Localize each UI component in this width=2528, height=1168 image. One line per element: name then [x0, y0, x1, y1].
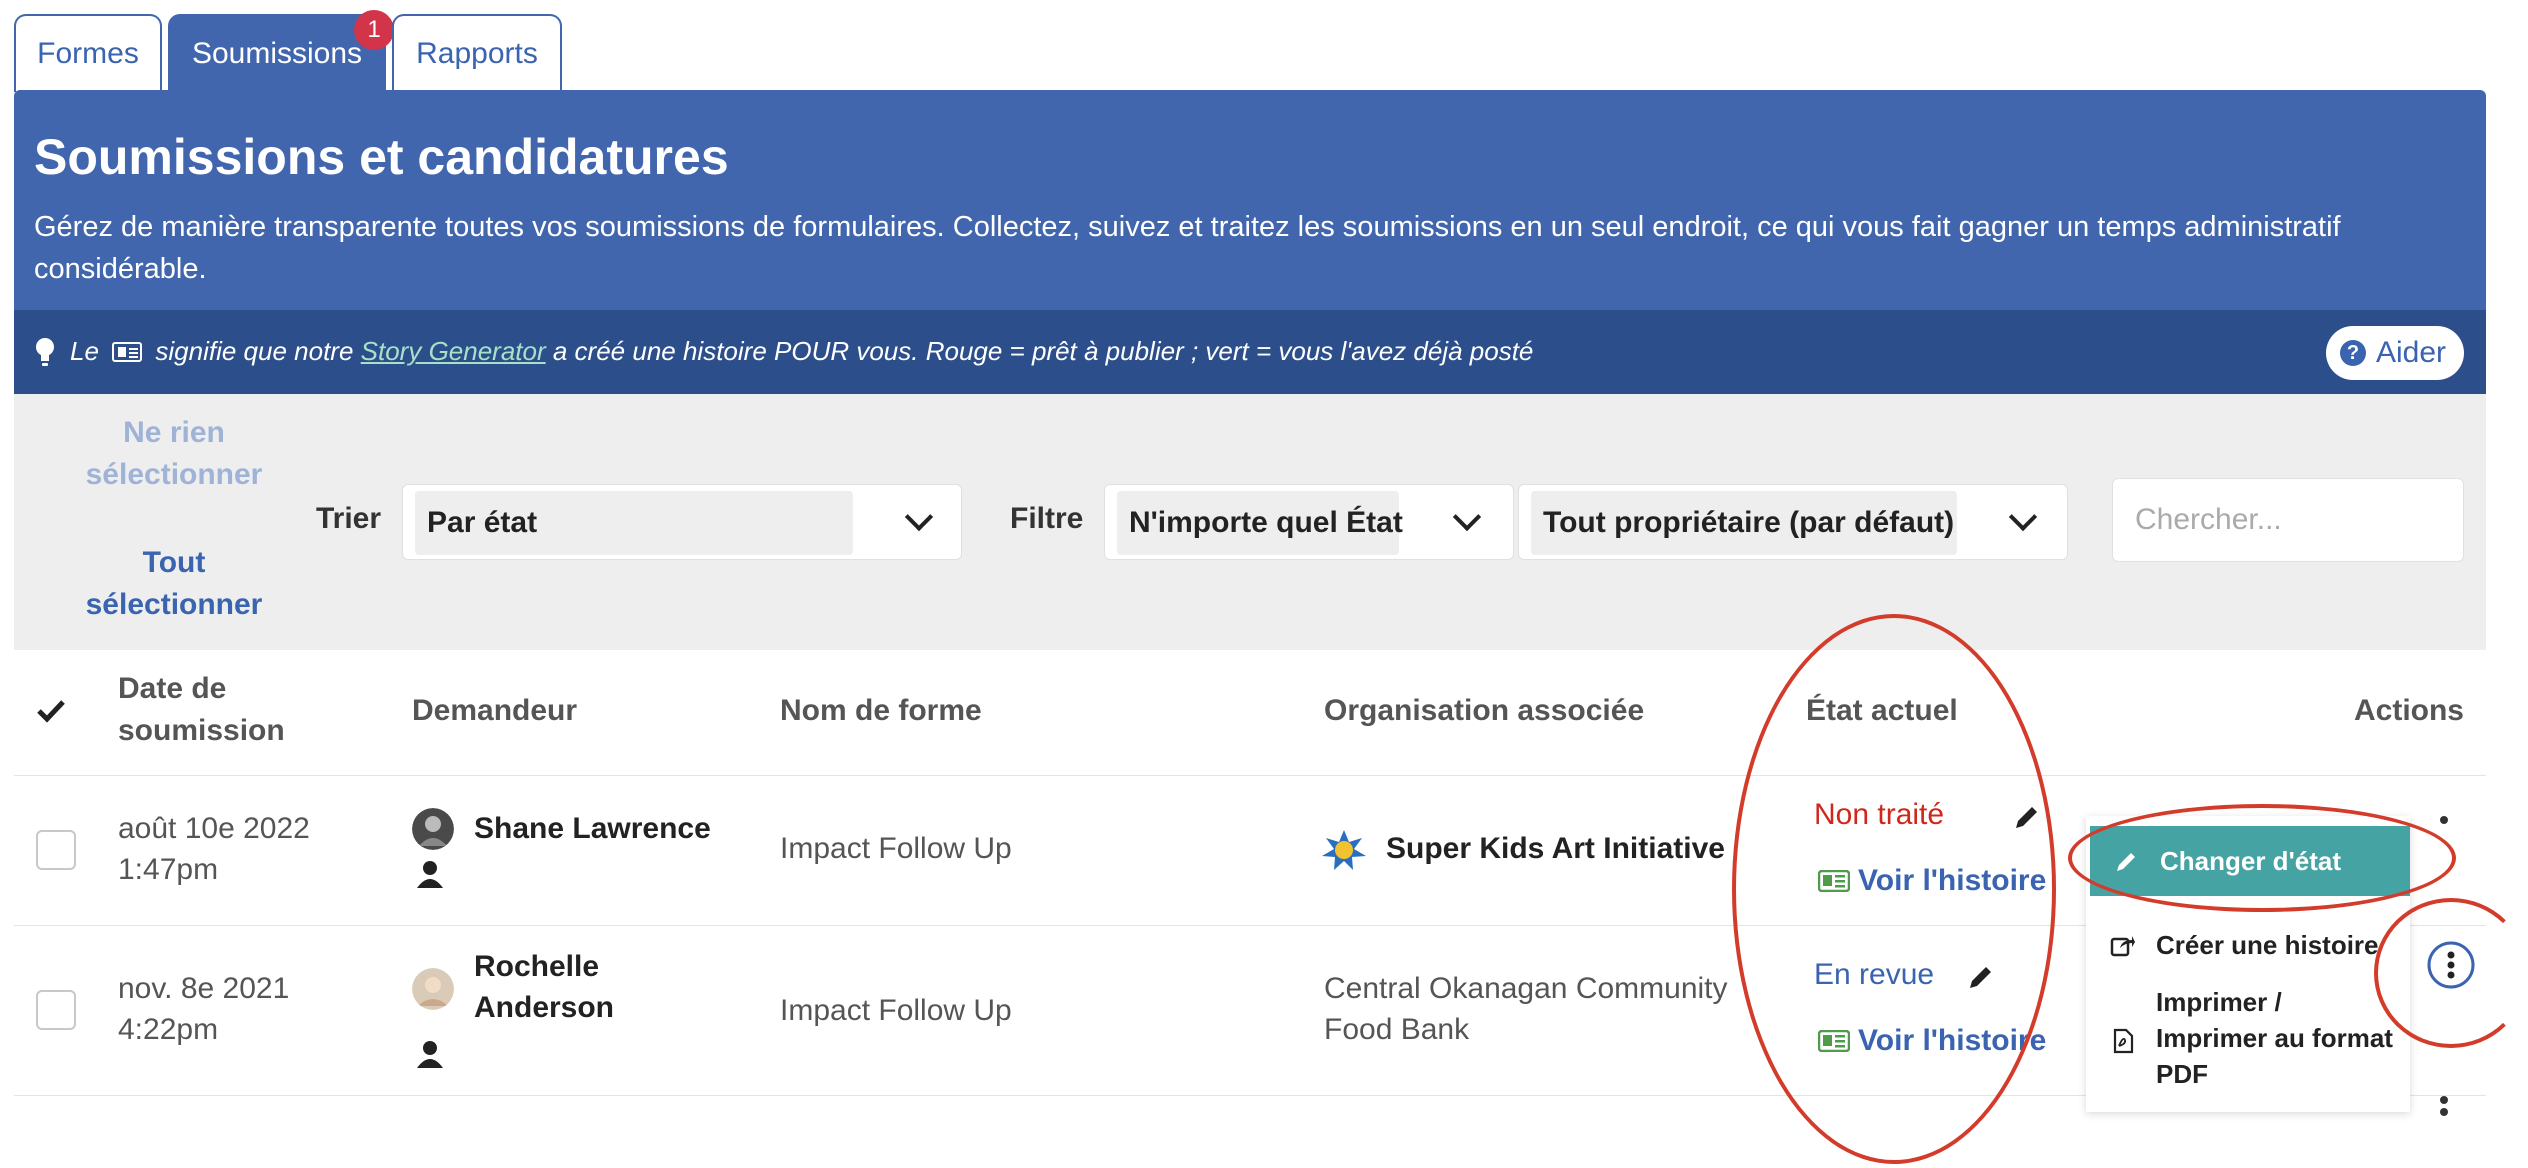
- time-text: 4:22pm: [118, 1013, 219, 1046]
- lightbulb-icon: [36, 338, 54, 366]
- dot: [2440, 1108, 2448, 1116]
- sort-label: Trier: [316, 502, 382, 535]
- status-badge: En revue: [1814, 958, 1935, 991]
- applicant-last-name: Anderson: [474, 991, 615, 1024]
- row-checkbox[interactable]: [36, 830, 76, 870]
- checkmark-icon[interactable]: [36, 696, 66, 726]
- info-prefix: Le: [70, 336, 99, 366]
- tab-label: Soumissions: [191, 37, 363, 70]
- row-actions-button[interactable]: [2426, 940, 2476, 990]
- help-label: Aider: [2375, 336, 2446, 369]
- select-none-button[interactable]: Ne rien sélectionner: [74, 412, 274, 496]
- organization-line: Food Bank: [1324, 1013, 1470, 1046]
- tab-rapports[interactable]: Rapports: [392, 14, 562, 92]
- submission-date: août 10e 2022 1:47pm: [118, 808, 310, 890]
- person-icon[interactable]: [414, 858, 446, 890]
- form-name: Impact Follow Up: [780, 994, 1012, 1027]
- applicant-name[interactable]: Shane Lawrence: [474, 808, 711, 849]
- pencil-icon[interactable]: [1966, 962, 1996, 992]
- menu-item-change-state[interactable]: Changer d'état: [2090, 826, 2410, 896]
- info-middle: signifie que notre: [155, 336, 354, 366]
- chevron-down-icon: [2008, 502, 2038, 532]
- state-filter-select[interactable]: N'importe quel État: [1104, 484, 1514, 560]
- info-suffix: a créé une histoire POUR vous. Rouge = p…: [552, 336, 1534, 366]
- table-header: Date de soumission Demandeur Nom de form…: [14, 650, 2486, 776]
- organization-logo: [1322, 830, 1366, 870]
- sort-value: Par état: [415, 491, 853, 555]
- owner-filter-value: Tout propriétaire (par défaut): [1531, 491, 1957, 555]
- date-text: nov. 8e 2021: [118, 972, 290, 1005]
- tab-label: Rapports: [416, 37, 538, 70]
- menu-item-label: Créer une histoire: [2156, 930, 2379, 960]
- time-text: 1:47pm: [118, 853, 219, 886]
- help-button[interactable]: ? Aider: [2325, 326, 2464, 380]
- chevron-down-icon: [904, 502, 934, 532]
- sort-select[interactable]: Par état: [402, 484, 962, 560]
- chevron-down-icon: [1452, 502, 1482, 532]
- avatar: [412, 968, 454, 1010]
- dot: [2440, 816, 2448, 824]
- page-title: Soumissions et candidatures: [34, 129, 729, 185]
- page-description: Gérez de manière transparente toutes vos…: [34, 211, 2341, 285]
- state-filter-value: N'importe quel État: [1117, 491, 1403, 555]
- organization-name: Central Okanagan Community Food Bank: [1324, 968, 1728, 1050]
- row-actions-button[interactable]: [2440, 1096, 2450, 1116]
- submission-date: nov. 8e 2021 4:22pm: [118, 968, 289, 1050]
- filter-label: Filtre: [1010, 502, 1084, 535]
- share-icon: [2110, 936, 2135, 957]
- info-bar: Le signifie que notre Story Generator a …: [14, 310, 2486, 394]
- status-badge: Non traité: [1814, 798, 1945, 831]
- row-actions-button[interactable]: [2434, 816, 2454, 832]
- menu-item-print[interactable]: Imprimer / Imprimer au format PDF: [2086, 984, 2410, 1092]
- notification-badge: 1: [354, 10, 394, 50]
- select-all-button[interactable]: Tout sélectionner: [74, 542, 274, 626]
- newspaper-icon: [1818, 1030, 1850, 1052]
- pencil-icon: [2117, 853, 2135, 871]
- row-checkbox[interactable]: [36, 990, 76, 1030]
- header-applicant[interactable]: Demandeur: [412, 690, 577, 732]
- person-icon[interactable]: [414, 1038, 446, 1070]
- header-date[interactable]: Date de soumission: [118, 668, 318, 752]
- more-vertical-icon: [2427, 941, 2475, 989]
- menu-item-label: PDF: [2156, 1059, 2208, 1089]
- menu-item-label: Imprimer /: [2156, 987, 2282, 1017]
- avatar: [412, 808, 454, 850]
- menu-item-create-story[interactable]: Créer une histoire: [2086, 920, 2410, 970]
- page-header: Soumissions et candidatures Gérez de man…: [14, 90, 2486, 310]
- tab-label: Formes: [37, 37, 139, 70]
- newspaper-icon: [112, 342, 143, 362]
- owner-filter-select[interactable]: Tout propriétaire (par défaut): [1518, 484, 2068, 560]
- tab-soumissions[interactable]: Soumissions 1: [168, 10, 394, 92]
- newspaper-icon: [1818, 870, 1850, 892]
- search-input[interactable]: [2112, 478, 2464, 562]
- dot: [2440, 1096, 2448, 1104]
- info-text: Le signifie que notre Story Generator a …: [70, 336, 1533, 367]
- pdf-icon: [2113, 1028, 2134, 1054]
- date-text: août 10e 2022: [118, 812, 310, 845]
- tab-formes[interactable]: Formes: [14, 14, 162, 92]
- header-organization[interactable]: Organisation associée: [1324, 690, 1644, 732]
- header-form[interactable]: Nom de forme: [780, 690, 982, 732]
- form-name: Impact Follow Up: [780, 832, 1012, 865]
- header-state[interactable]: État actuel: [1806, 690, 1958, 732]
- actions-menu: Changer d'état Créer une histoire Imprim…: [2086, 816, 2410, 1112]
- organization-name[interactable]: Super Kids Art Initiative: [1386, 828, 1725, 869]
- applicant-name[interactable]: Rochelle Anderson: [474, 946, 614, 1028]
- menu-item-label: Imprimer au format: [2156, 1023, 2393, 1053]
- header-actions: Actions: [2353, 694, 2464, 727]
- question-icon: ?: [2339, 340, 2366, 366]
- pencil-icon[interactable]: [2012, 802, 2042, 832]
- view-story-link[interactable]: Voir l'histoire: [1858, 1020, 2046, 1061]
- view-story-link[interactable]: Voir l'histoire: [1858, 860, 2046, 901]
- applicant-first-name: Rochelle: [474, 950, 600, 983]
- tab-bar: Formes Soumissions 1 Rapports: [14, 10, 562, 92]
- menu-item-label: Changer d'état: [2160, 846, 2341, 876]
- organization-line: Central Okanagan Community: [1324, 972, 1728, 1005]
- story-generator-link[interactable]: Story Generator: [361, 336, 546, 366]
